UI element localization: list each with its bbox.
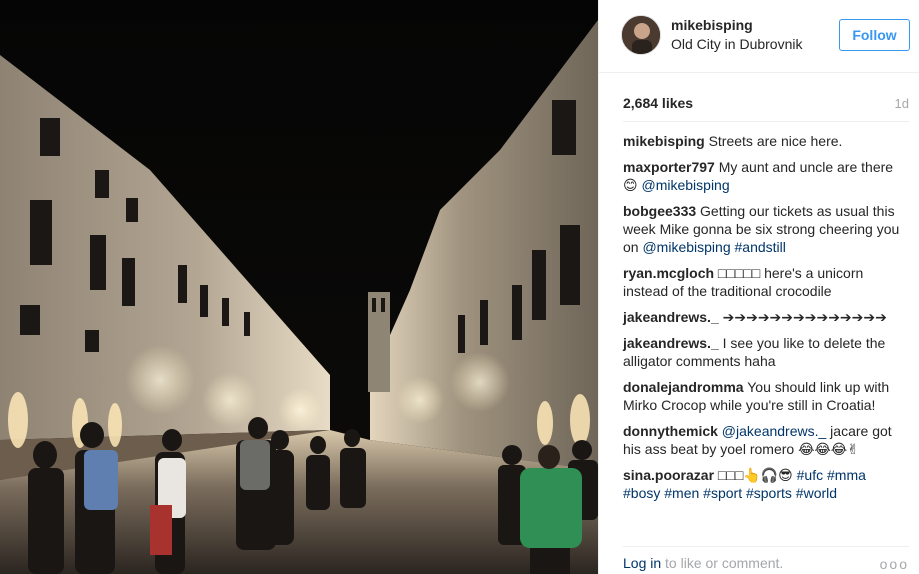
post-sidebar: mikebisping Old City in Dubrovnik Follow… xyxy=(598,0,919,574)
more-options-icon[interactable]: ooo xyxy=(880,556,909,572)
post-photo[interactable] xyxy=(0,0,598,574)
comment-list: mikebisping Streets are nice here. maxpo… xyxy=(623,132,901,502)
post-header: mikebisping Old City in Dubrovnik Follow xyxy=(599,0,919,73)
comment-hashtag[interactable]: #andstill xyxy=(735,239,786,255)
comment-author[interactable]: ryan.mcgloch xyxy=(623,265,714,281)
comment-item: jakeandrews._ ➔➔➔➔➔➔➔➔➔➔➔➔➔➔ xyxy=(623,308,901,326)
comment-hashtag[interactable]: #mma xyxy=(827,467,866,483)
divider xyxy=(623,121,909,122)
post-location[interactable]: Old City in Dubrovnik xyxy=(671,36,803,52)
comment-mention[interactable]: @mikebisping xyxy=(641,177,729,193)
likes-count[interactable]: 2,684 likes xyxy=(623,95,693,111)
comment-item: donalejandromma You should link up with … xyxy=(623,378,901,414)
comment-author[interactable]: mikebisping xyxy=(623,133,705,149)
comment-hashtag[interactable]: #bosy xyxy=(623,485,660,501)
comment-hashtag[interactable]: #sports xyxy=(746,485,792,501)
comment-author[interactable]: maxporter797 xyxy=(623,159,715,175)
avatar[interactable] xyxy=(621,15,661,55)
post-username[interactable]: mikebisping xyxy=(671,17,753,33)
post-age[interactable]: 1d xyxy=(895,96,909,111)
comment-hashtag[interactable]: #sport xyxy=(703,485,742,501)
comment-item: mikebisping Streets are nice here. xyxy=(623,132,901,150)
comment-text: Streets are nice here. xyxy=(708,133,843,149)
comment-author[interactable]: jakeandrews._ xyxy=(623,335,719,351)
comment-text: □□□👆🎧😎 xyxy=(717,467,797,483)
street-night-image xyxy=(0,0,598,574)
comment-item: bobgee333 Getting our tickets as usual t… xyxy=(623,202,901,256)
comment-author[interactable]: donnythemick xyxy=(623,423,718,439)
comment-item: maxporter797 My aunt and uncle are there… xyxy=(623,158,901,194)
comment-hashtag[interactable]: #ufc xyxy=(797,467,823,483)
comment-item: donnythemick @jakeandrews._ jacare got h… xyxy=(623,422,901,458)
login-prompt: to like or comment. xyxy=(661,555,784,571)
follow-button[interactable]: Follow xyxy=(839,19,910,51)
comment-text: ➔➔➔➔➔➔➔➔➔➔➔➔➔➔ xyxy=(722,309,887,325)
comment-author[interactable]: bobgee333 xyxy=(623,203,696,219)
comment-item: jakeandrews._ I see you like to delete t… xyxy=(623,334,901,370)
post-footer: Log in to like or comment. ooo xyxy=(623,546,909,572)
comment-author[interactable]: jakeandrews._ xyxy=(623,309,719,325)
comment-mention[interactable]: @mikebisping xyxy=(642,239,730,255)
comment-mention[interactable]: @jakeandrews._ xyxy=(722,423,827,439)
comment-hashtag[interactable]: #world xyxy=(796,485,837,501)
comment-author[interactable]: donalejandromma xyxy=(623,379,744,395)
comment-author[interactable]: sina.poorazar xyxy=(623,467,714,483)
comment-hashtag[interactable]: #men xyxy=(664,485,699,501)
comment-item: ryan.mcgloch □□□□□ here's a unicorn inst… xyxy=(623,264,901,300)
login-link[interactable]: Log in xyxy=(623,555,661,571)
comment-item: sina.poorazar □□□👆🎧😎 #ufc #mma #bosy #me… xyxy=(623,466,901,502)
